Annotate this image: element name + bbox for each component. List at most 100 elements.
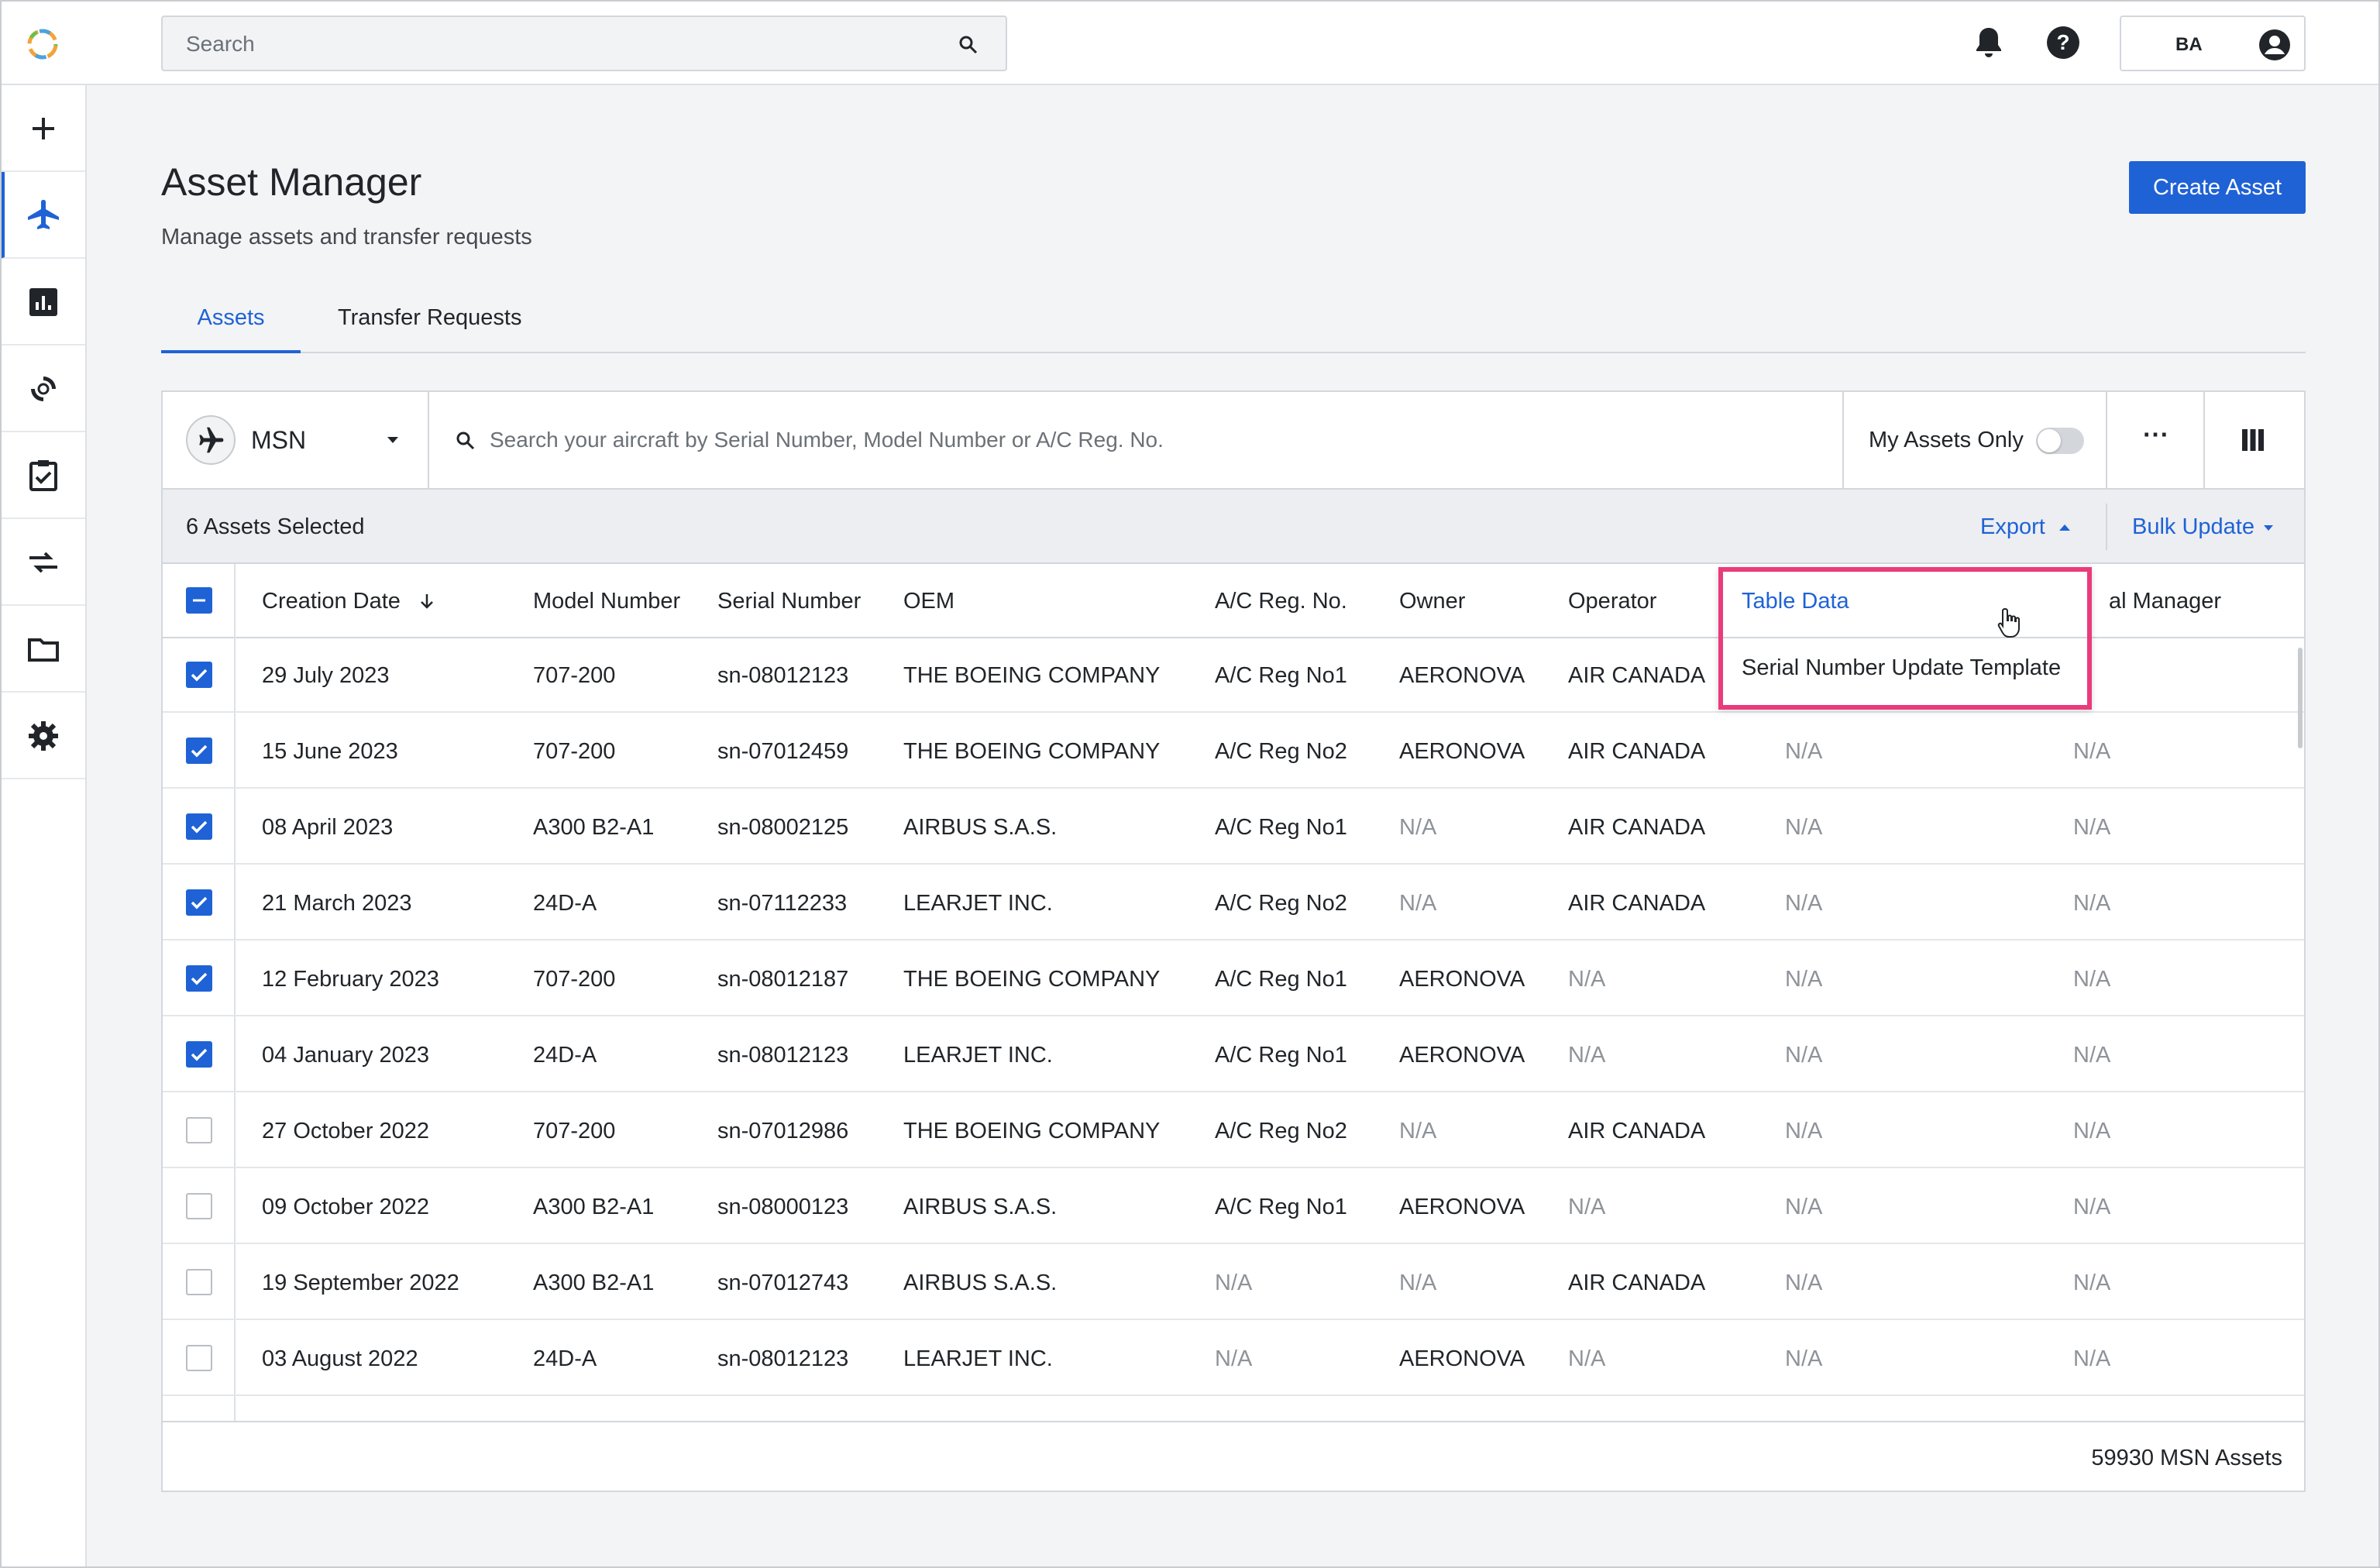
- sidebar-item-tasks[interactable]: [0, 432, 85, 519]
- chevron-down-icon: [387, 437, 398, 443]
- app-logo-icon[interactable]: [25, 26, 60, 62]
- row-checkbox[interactable]: [186, 1269, 212, 1295]
- bulk-update-label: Bulk Update: [2132, 514, 2254, 539]
- sort-descending-icon[interactable]: [418, 592, 436, 610]
- table-row[interactable]: 21 March 2023 24D-A sn-07112233 LEARJET INC…: [163, 866, 2304, 940]
- create-asset-button[interactable]: Create Asset: [2129, 161, 2306, 214]
- cell-extra: N/A: [1785, 1119, 1823, 1143]
- sidebar-item-assets[interactable]: [0, 172, 85, 259]
- chart-icon: [29, 288, 57, 316]
- cell-oem: THE BOEING COMPANY: [903, 663, 1161, 688]
- cell-serial-number: sn-07012743: [717, 1271, 849, 1295]
- search-icon[interactable]: [958, 34, 979, 56]
- cell-owner: AERONOVA: [1399, 1346, 1525, 1371]
- cell-oem: THE BOEING COMPANY: [903, 967, 1161, 992]
- cell-manager: N/A: [2073, 967, 2111, 992]
- row-checkbox[interactable]: [186, 1041, 212, 1068]
- sidebar-item-add[interactable]: [0, 85, 85, 172]
- cell-ac-reg: N/A: [1215, 1271, 1253, 1295]
- cell-creation-date: 09 October 2022: [262, 1195, 430, 1219]
- row-checkbox[interactable]: [186, 738, 212, 764]
- cell-serial-number: sn-07112233: [717, 891, 848, 916]
- bulk-update-button[interactable]: Bulk Update: [2132, 514, 2273, 540]
- column-header-model-number[interactable]: Model Number: [533, 589, 680, 614]
- sidebar-item-transfers[interactable]: [0, 519, 85, 606]
- row-checkbox[interactable]: [186, 1117, 212, 1143]
- export-menu: Table Data Serial Number Update Template: [1718, 567, 2092, 710]
- row-checkbox[interactable]: [186, 813, 212, 840]
- sidebar-item-settings[interactable]: [0, 693, 85, 779]
- sidebar-item-sync[interactable]: [0, 346, 85, 432]
- cell-extra: N/A: [1785, 815, 1823, 840]
- table-row[interactable]: 03 August 2022N/AN/AN/AN/AMHICathay Airw…: [163, 1398, 2304, 1421]
- cell-owner: N/A: [1399, 1271, 1437, 1295]
- row-checkbox[interactable]: [186, 1193, 212, 1219]
- column-header-manager[interactable]: al Manager: [2109, 589, 2221, 614]
- column-header-creation-date[interactable]: Creation Date: [262, 589, 436, 614]
- column-header-serial-number[interactable]: Serial Number: [717, 589, 861, 614]
- table-scrollbar[interactable]: [2298, 648, 2303, 748]
- page-title: Asset Manager: [161, 160, 422, 204]
- tab-transfer-requests[interactable]: Transfer Requests: [338, 305, 521, 353]
- gear-icon: [29, 721, 58, 751]
- column-header-owner[interactable]: Owner: [1399, 589, 1465, 614]
- cell-owner: AERONOVA: [1399, 663, 1525, 688]
- cell-owner: AERONOVA: [1399, 967, 1525, 992]
- cell-model-number: A300 B2-A1: [533, 1271, 655, 1295]
- cell-extra: N/A: [1785, 967, 1823, 992]
- table-row[interactable]: 15 June 2023 707-200 sn-07012459 THE BOEING…: [163, 714, 2304, 789]
- table-row[interactable]: 08 April 2023 A300 B2-A1 sn-08002125 AIRBUS…: [163, 790, 2304, 865]
- cell-oem: LEARJET INC.: [903, 891, 1053, 916]
- tab-bar: Assets Transfer Requests: [161, 287, 2306, 353]
- asset-type-badge: [186, 415, 236, 465]
- user-menu-button[interactable]: BA: [2120, 15, 2306, 71]
- help-icon[interactable]: ?: [2045, 25, 2081, 60]
- export-label: Export: [1980, 514, 2045, 539]
- export-menu-item-table-data[interactable]: Table Data: [1723, 572, 2087, 638]
- cell-manager: N/A: [2073, 1346, 2111, 1371]
- table-row[interactable]: 03 August 2022 24D-A sn-08012123 LEARJET IN…: [163, 1322, 2304, 1396]
- table-row[interactable]: 04 January 2023 24D-A sn-08012123 LEARJET I…: [163, 1018, 2304, 1092]
- row-checkbox[interactable]: [186, 965, 212, 992]
- tab-assets[interactable]: Assets: [161, 305, 301, 353]
- asset-search-input[interactable]: Search your aircraft by Serial Number, M…: [429, 392, 1844, 488]
- my-assets-toggle[interactable]: [2036, 428, 2084, 454]
- checkmark-icon: [191, 744, 208, 758]
- folder-icon: [28, 638, 59, 662]
- export-button[interactable]: Export: [1980, 514, 2070, 540]
- row-checkbox[interactable]: [186, 1345, 212, 1371]
- row-checkbox[interactable]: [186, 889, 212, 916]
- table-body: 29 July 2023 707-200 sn-08012123 THE BOEING…: [163, 638, 2304, 1421]
- cell-operator: N/A: [1568, 967, 1606, 992]
- table-row[interactable]: 27 October 2022 707-200 sn-07012986 THE BOE…: [163, 1094, 2304, 1168]
- clipboard-check-icon: [29, 460, 57, 491]
- columns-button[interactable]: [2205, 392, 2304, 488]
- export-menu-item-serial-template[interactable]: Serial Number Update Template: [1723, 638, 2087, 705]
- checkmark-icon: [191, 972, 208, 985]
- more-options-button[interactable]: ⋯: [2106, 392, 2205, 488]
- table-row[interactable]: 12 February 2023 707-200 sn-08012187 THE BO…: [163, 942, 2304, 1016]
- cell-oem: AIRBUS S.A.S.: [903, 815, 1058, 840]
- column-header-ac-reg[interactable]: A/C Reg. No.: [1215, 589, 1347, 614]
- cell-extra: N/A: [1785, 1043, 1823, 1068]
- column-header-operator[interactable]: Operator: [1568, 589, 1656, 614]
- cell-creation-date: 19 September 2022: [262, 1271, 459, 1295]
- global-search-input[interactable]: Search: [161, 15, 1007, 71]
- filter-bar: MSN Search your aircraft by Serial Numbe…: [163, 392, 2304, 490]
- cell-oem: AIRBUS S.A.S.: [903, 1195, 1058, 1219]
- row-checkbox[interactable]: [186, 662, 212, 688]
- column-header-oem[interactable]: OEM: [903, 589, 954, 614]
- cell-serial-number: sn-08012123: [717, 663, 849, 688]
- select-all-checkbox[interactable]: [186, 587, 212, 614]
- notification-bell-icon[interactable]: [1972, 25, 2005, 60]
- table-row[interactable]: 19 September 2022 A300 B2-A1 sn-07012743 AI…: [163, 1246, 2304, 1320]
- sidebar-item-reports[interactable]: [0, 259, 85, 346]
- cell-model-number: 707-200: [533, 967, 616, 992]
- cell-extra: N/A: [1785, 739, 1823, 764]
- table-row[interactable]: 09 October 2022 A300 B2-A1 sn-08000123 AIRB…: [163, 1170, 2304, 1244]
- asset-type-select[interactable]: MSN: [163, 392, 429, 488]
- sidebar-item-documents[interactable]: [0, 606, 85, 693]
- cell-operator: AIR CANADA: [1568, 891, 1706, 916]
- cell-manager: N/A: [2073, 815, 2111, 840]
- cell-oem: THE BOEING COMPANY: [903, 739, 1161, 764]
